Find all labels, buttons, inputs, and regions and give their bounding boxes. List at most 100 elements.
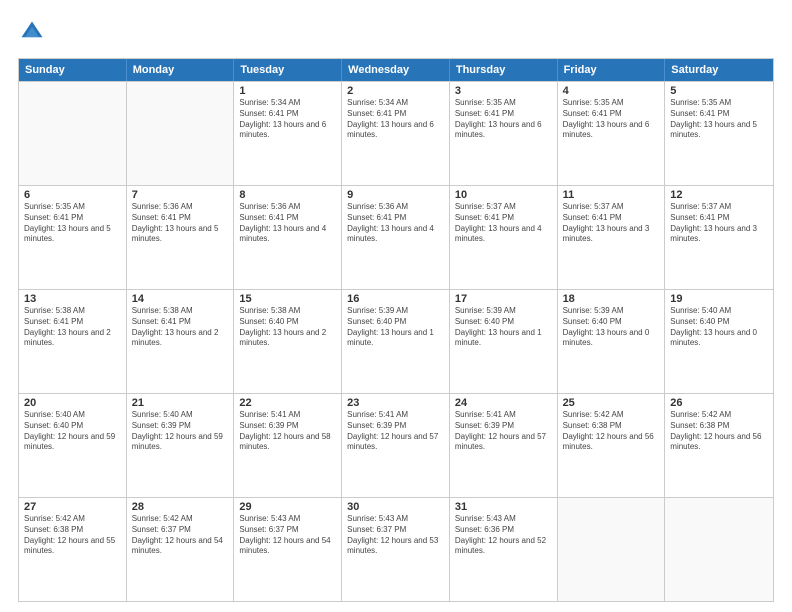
day-number: 21 — [132, 397, 229, 409]
logo — [18, 18, 50, 46]
day-cell-5: 5Sunrise: 5:35 AM Sunset: 6:41 PM Daylig… — [665, 82, 773, 185]
day-number: 26 — [670, 397, 768, 409]
day-cell-18: 18Sunrise: 5:39 AM Sunset: 6:40 PM Dayli… — [558, 290, 666, 393]
day-cell-1: 1Sunrise: 5:34 AM Sunset: 6:41 PM Daylig… — [234, 82, 342, 185]
day-info: Sunrise: 5:36 AM Sunset: 6:41 PM Dayligh… — [132, 202, 229, 245]
day-info: Sunrise: 5:40 AM Sunset: 6:40 PM Dayligh… — [24, 410, 121, 453]
empty-cell — [665, 498, 773, 601]
day-info: Sunrise: 5:41 AM Sunset: 6:39 PM Dayligh… — [347, 410, 444, 453]
day-header-tuesday: Tuesday — [234, 59, 342, 81]
day-cell-24: 24Sunrise: 5:41 AM Sunset: 6:39 PM Dayli… — [450, 394, 558, 497]
day-cell-12: 12Sunrise: 5:37 AM Sunset: 6:41 PM Dayli… — [665, 186, 773, 289]
day-cell-28: 28Sunrise: 5:42 AM Sunset: 6:37 PM Dayli… — [127, 498, 235, 601]
day-cell-10: 10Sunrise: 5:37 AM Sunset: 6:41 PM Dayli… — [450, 186, 558, 289]
day-number: 28 — [132, 501, 229, 513]
day-number: 6 — [24, 189, 121, 201]
day-info: Sunrise: 5:38 AM Sunset: 6:41 PM Dayligh… — [24, 306, 121, 349]
calendar-week-4: 20Sunrise: 5:40 AM Sunset: 6:40 PM Dayli… — [19, 393, 773, 497]
day-info: Sunrise: 5:39 AM Sunset: 6:40 PM Dayligh… — [455, 306, 552, 349]
day-cell-9: 9Sunrise: 5:36 AM Sunset: 6:41 PM Daylig… — [342, 186, 450, 289]
day-number: 19 — [670, 293, 768, 305]
day-number: 27 — [24, 501, 121, 513]
day-number: 8 — [239, 189, 336, 201]
day-info: Sunrise: 5:43 AM Sunset: 6:37 PM Dayligh… — [347, 514, 444, 557]
day-info: Sunrise: 5:39 AM Sunset: 6:40 PM Dayligh… — [347, 306, 444, 349]
day-cell-17: 17Sunrise: 5:39 AM Sunset: 6:40 PM Dayli… — [450, 290, 558, 393]
day-info: Sunrise: 5:36 AM Sunset: 6:41 PM Dayligh… — [239, 202, 336, 245]
calendar-header: SundayMondayTuesdayWednesdayThursdayFrid… — [19, 59, 773, 81]
day-cell-25: 25Sunrise: 5:42 AM Sunset: 6:38 PM Dayli… — [558, 394, 666, 497]
calendar-week-2: 6Sunrise: 5:35 AM Sunset: 6:41 PM Daylig… — [19, 185, 773, 289]
day-number: 2 — [347, 85, 444, 97]
day-number: 24 — [455, 397, 552, 409]
day-cell-31: 31Sunrise: 5:43 AM Sunset: 6:36 PM Dayli… — [450, 498, 558, 601]
day-info: Sunrise: 5:37 AM Sunset: 6:41 PM Dayligh… — [670, 202, 768, 245]
day-info: Sunrise: 5:40 AM Sunset: 6:40 PM Dayligh… — [670, 306, 768, 349]
empty-cell — [127, 82, 235, 185]
day-header-monday: Monday — [127, 59, 235, 81]
day-info: Sunrise: 5:36 AM Sunset: 6:41 PM Dayligh… — [347, 202, 444, 245]
day-info: Sunrise: 5:42 AM Sunset: 6:38 PM Dayligh… — [563, 410, 660, 453]
day-cell-26: 26Sunrise: 5:42 AM Sunset: 6:38 PM Dayli… — [665, 394, 773, 497]
day-cell-16: 16Sunrise: 5:39 AM Sunset: 6:40 PM Dayli… — [342, 290, 450, 393]
day-info: Sunrise: 5:41 AM Sunset: 6:39 PM Dayligh… — [239, 410, 336, 453]
day-cell-11: 11Sunrise: 5:37 AM Sunset: 6:41 PM Dayli… — [558, 186, 666, 289]
calendar-week-1: 1Sunrise: 5:34 AM Sunset: 6:41 PM Daylig… — [19, 81, 773, 185]
day-info: Sunrise: 5:38 AM Sunset: 6:41 PM Dayligh… — [132, 306, 229, 349]
day-cell-21: 21Sunrise: 5:40 AM Sunset: 6:39 PM Dayli… — [127, 394, 235, 497]
day-info: Sunrise: 5:37 AM Sunset: 6:41 PM Dayligh… — [563, 202, 660, 245]
day-info: Sunrise: 5:35 AM Sunset: 6:41 PM Dayligh… — [24, 202, 121, 245]
day-number: 7 — [132, 189, 229, 201]
day-info: Sunrise: 5:34 AM Sunset: 6:41 PM Dayligh… — [347, 98, 444, 141]
day-info: Sunrise: 5:42 AM Sunset: 6:38 PM Dayligh… — [670, 410, 768, 453]
day-cell-29: 29Sunrise: 5:43 AM Sunset: 6:37 PM Dayli… — [234, 498, 342, 601]
day-header-thursday: Thursday — [450, 59, 558, 81]
empty-cell — [558, 498, 666, 601]
header — [18, 18, 774, 46]
day-cell-7: 7Sunrise: 5:36 AM Sunset: 6:41 PM Daylig… — [127, 186, 235, 289]
day-number: 17 — [455, 293, 552, 305]
day-info: Sunrise: 5:35 AM Sunset: 6:41 PM Dayligh… — [455, 98, 552, 141]
day-cell-19: 19Sunrise: 5:40 AM Sunset: 6:40 PM Dayli… — [665, 290, 773, 393]
day-number: 1 — [239, 85, 336, 97]
day-cell-14: 14Sunrise: 5:38 AM Sunset: 6:41 PM Dayli… — [127, 290, 235, 393]
day-number: 16 — [347, 293, 444, 305]
day-info: Sunrise: 5:34 AM Sunset: 6:41 PM Dayligh… — [239, 98, 336, 141]
day-number: 3 — [455, 85, 552, 97]
day-cell-3: 3Sunrise: 5:35 AM Sunset: 6:41 PM Daylig… — [450, 82, 558, 185]
day-info: Sunrise: 5:43 AM Sunset: 6:36 PM Dayligh… — [455, 514, 552, 557]
day-cell-8: 8Sunrise: 5:36 AM Sunset: 6:41 PM Daylig… — [234, 186, 342, 289]
day-number: 23 — [347, 397, 444, 409]
day-number: 5 — [670, 85, 768, 97]
day-info: Sunrise: 5:43 AM Sunset: 6:37 PM Dayligh… — [239, 514, 336, 557]
day-header-saturday: Saturday — [665, 59, 773, 81]
day-header-friday: Friday — [558, 59, 666, 81]
day-info: Sunrise: 5:35 AM Sunset: 6:41 PM Dayligh… — [563, 98, 660, 141]
page: SundayMondayTuesdayWednesdayThursdayFrid… — [0, 0, 792, 612]
day-cell-20: 20Sunrise: 5:40 AM Sunset: 6:40 PM Dayli… — [19, 394, 127, 497]
day-number: 14 — [132, 293, 229, 305]
day-cell-15: 15Sunrise: 5:38 AM Sunset: 6:40 PM Dayli… — [234, 290, 342, 393]
day-number: 13 — [24, 293, 121, 305]
day-cell-22: 22Sunrise: 5:41 AM Sunset: 6:39 PM Dayli… — [234, 394, 342, 497]
day-number: 4 — [563, 85, 660, 97]
day-number: 30 — [347, 501, 444, 513]
day-number: 29 — [239, 501, 336, 513]
day-cell-6: 6Sunrise: 5:35 AM Sunset: 6:41 PM Daylig… — [19, 186, 127, 289]
day-info: Sunrise: 5:40 AM Sunset: 6:39 PM Dayligh… — [132, 410, 229, 453]
day-cell-30: 30Sunrise: 5:43 AM Sunset: 6:37 PM Dayli… — [342, 498, 450, 601]
day-number: 12 — [670, 189, 768, 201]
day-number: 9 — [347, 189, 444, 201]
day-number: 10 — [455, 189, 552, 201]
day-number: 25 — [563, 397, 660, 409]
day-cell-23: 23Sunrise: 5:41 AM Sunset: 6:39 PM Dayli… — [342, 394, 450, 497]
calendar-body: 1Sunrise: 5:34 AM Sunset: 6:41 PM Daylig… — [19, 81, 773, 601]
day-info: Sunrise: 5:38 AM Sunset: 6:40 PM Dayligh… — [239, 306, 336, 349]
day-info: Sunrise: 5:39 AM Sunset: 6:40 PM Dayligh… — [563, 306, 660, 349]
day-number: 15 — [239, 293, 336, 305]
calendar-week-3: 13Sunrise: 5:38 AM Sunset: 6:41 PM Dayli… — [19, 289, 773, 393]
day-info: Sunrise: 5:41 AM Sunset: 6:39 PM Dayligh… — [455, 410, 552, 453]
day-header-wednesday: Wednesday — [342, 59, 450, 81]
empty-cell — [19, 82, 127, 185]
day-number: 31 — [455, 501, 552, 513]
